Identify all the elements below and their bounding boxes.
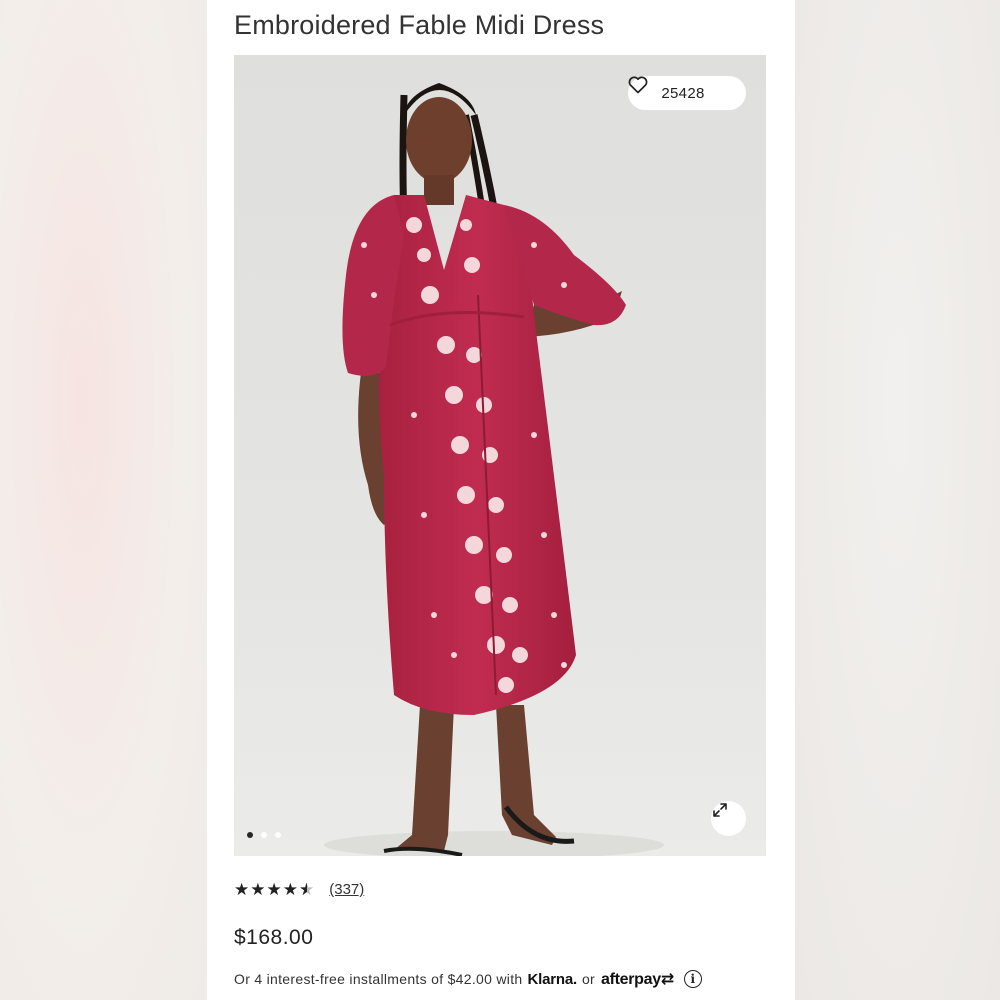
product-title: Embroidered Fable Midi Dress xyxy=(234,10,605,40)
star-icon: ★ xyxy=(282,880,298,899)
gallery-dot-1[interactable] xyxy=(247,832,253,838)
installments-message: Or 4 interest-free installments of $42.0… xyxy=(234,969,702,989)
afterpay-logo[interactable]: afterpay⇄ xyxy=(601,969,674,989)
background-right xyxy=(795,0,1000,1000)
product-photo xyxy=(324,83,664,856)
background-left xyxy=(0,0,207,1000)
gallery-dot-3[interactable] xyxy=(275,832,281,838)
star-icon: ★ xyxy=(266,880,282,899)
afterpay-label: afterpay xyxy=(601,971,661,988)
star-icon: ★ xyxy=(250,880,266,899)
afterpay-arrows-icon: ⇄ xyxy=(660,971,674,988)
gallery-dot-2[interactable] xyxy=(261,832,267,838)
favorite-count: 25428 xyxy=(661,84,705,102)
or-text: or xyxy=(581,971,595,987)
rating-stars: ★ ★ ★ ★ ★ xyxy=(234,881,314,898)
product-price: $168.00 xyxy=(234,926,314,949)
half-star-icon: ★ xyxy=(299,881,314,898)
product-image-gallery[interactable]: 25428 xyxy=(234,55,766,856)
product-rating: ★ ★ ★ ★ ★ (337) xyxy=(234,881,364,898)
installments-text: Or 4 interest-free installments of $42.0… xyxy=(234,971,523,987)
favorite-button[interactable]: 25428 xyxy=(628,76,746,110)
klarna-logo[interactable]: Klarna. xyxy=(527,971,577,988)
review-count-link[interactable]: (337) xyxy=(329,881,364,898)
star-icon: ★ xyxy=(234,880,250,899)
expand-image-button[interactable] xyxy=(711,801,746,836)
gallery-pagination xyxy=(247,832,281,838)
info-icon[interactable]: i xyxy=(683,970,702,988)
